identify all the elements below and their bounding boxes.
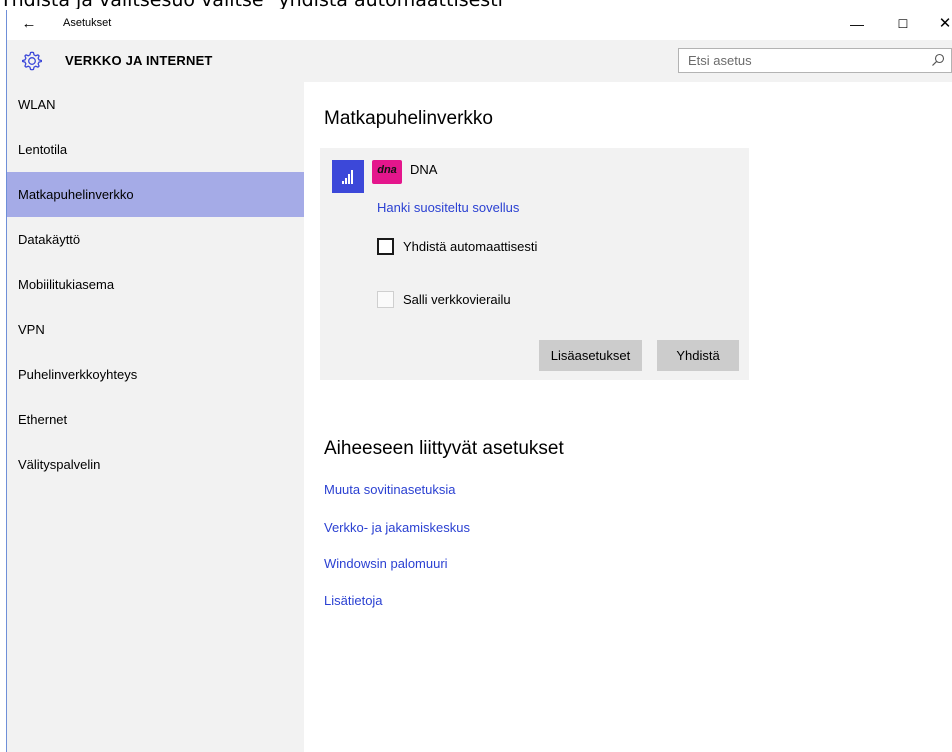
section-header: VERKKO JA INTERNET (7, 40, 952, 82)
sidebar-item-datakaytto[interactable]: Datakäyttö (7, 217, 304, 262)
operator-logo-text: dna (377, 164, 397, 176)
sidebar-item-mobiilitukiasema[interactable]: Mobiilitukiasema (7, 262, 304, 307)
related-link-windows-firewall[interactable]: Windowsin palomuuri (324, 556, 448, 571)
auto-connect-checkbox-box[interactable] (377, 238, 394, 255)
roaming-label: Salli verkkovierailu (403, 292, 511, 307)
back-arrow-icon[interactable]: ← (18, 14, 40, 34)
main-content: Matkapuhelinverkko dna DNA Hanki suosite… (304, 82, 952, 752)
search-icon[interactable] (931, 53, 945, 67)
gear-icon (22, 51, 42, 71)
network-card[interactable]: dna DNA Hanki suositeltu sovellus Yhdist… (320, 148, 749, 380)
roaming-checkbox-box[interactable] (377, 291, 394, 308)
search-input[interactable] (679, 49, 919, 72)
operator-name: DNA (410, 162, 438, 177)
close-button[interactable]: ✕ (927, 12, 952, 36)
title-bar: ← Asetukset — ☐ ✕ (7, 10, 952, 40)
sidebar-item-matkapuhelinverkko[interactable]: Matkapuhelinverkko (7, 172, 304, 217)
sidebar-item-wlan[interactable]: WLAN (7, 82, 304, 127)
related-link-more-info[interactable]: Lisätietoja (324, 593, 383, 608)
operator-logo: dna (372, 160, 402, 184)
section-title: VERKKO JA INTERNET (65, 53, 213, 68)
related-link-network-sharing-center[interactable]: Verkko- ja jakamiskeskus (324, 520, 470, 535)
app-title: Asetukset (63, 17, 112, 29)
maximize-button[interactable]: ☐ (885, 12, 921, 36)
recommended-app-link[interactable]: Hanki suositeltu sovellus (377, 200, 519, 215)
search-box[interactable] (678, 48, 952, 73)
sidebar-item-ethernet[interactable]: Ethernet (7, 397, 304, 442)
minimize-button[interactable]: — (839, 12, 875, 36)
advanced-options-button[interactable]: Lisäasetukset (539, 340, 642, 371)
settings-window: ← Asetukset — ☐ ✕ VERKKO JA INTERNET WLA… (6, 10, 952, 752)
auto-connect-label: Yhdistä automaattisesti (403, 239, 538, 254)
caption-text: Yhdistä ja valitsesuo valitse "yhdistä a… (0, 0, 952, 9)
related-settings-heading: Aiheeseen liittyvät asetukset (324, 438, 564, 459)
connect-button[interactable]: Yhdistä (657, 340, 739, 371)
sidebar-item-vpn[interactable]: VPN (7, 307, 304, 352)
signal-strength-icon (332, 160, 364, 193)
page-title: Matkapuhelinverkko (324, 108, 493, 129)
sidebar-item-valityspalvelin[interactable]: Välityspalvelin (7, 442, 304, 487)
sidebar-nav: WLAN Lentotila Matkapuhelinverkko Datakä… (7, 82, 304, 752)
sidebar-item-puhelinverkkoyhteys[interactable]: Puhelinverkkoyhteys (7, 352, 304, 397)
related-link-adapter-settings[interactable]: Muuta sovitinasetuksia (324, 482, 456, 497)
sidebar-item-lentotila[interactable]: Lentotila (7, 127, 304, 172)
